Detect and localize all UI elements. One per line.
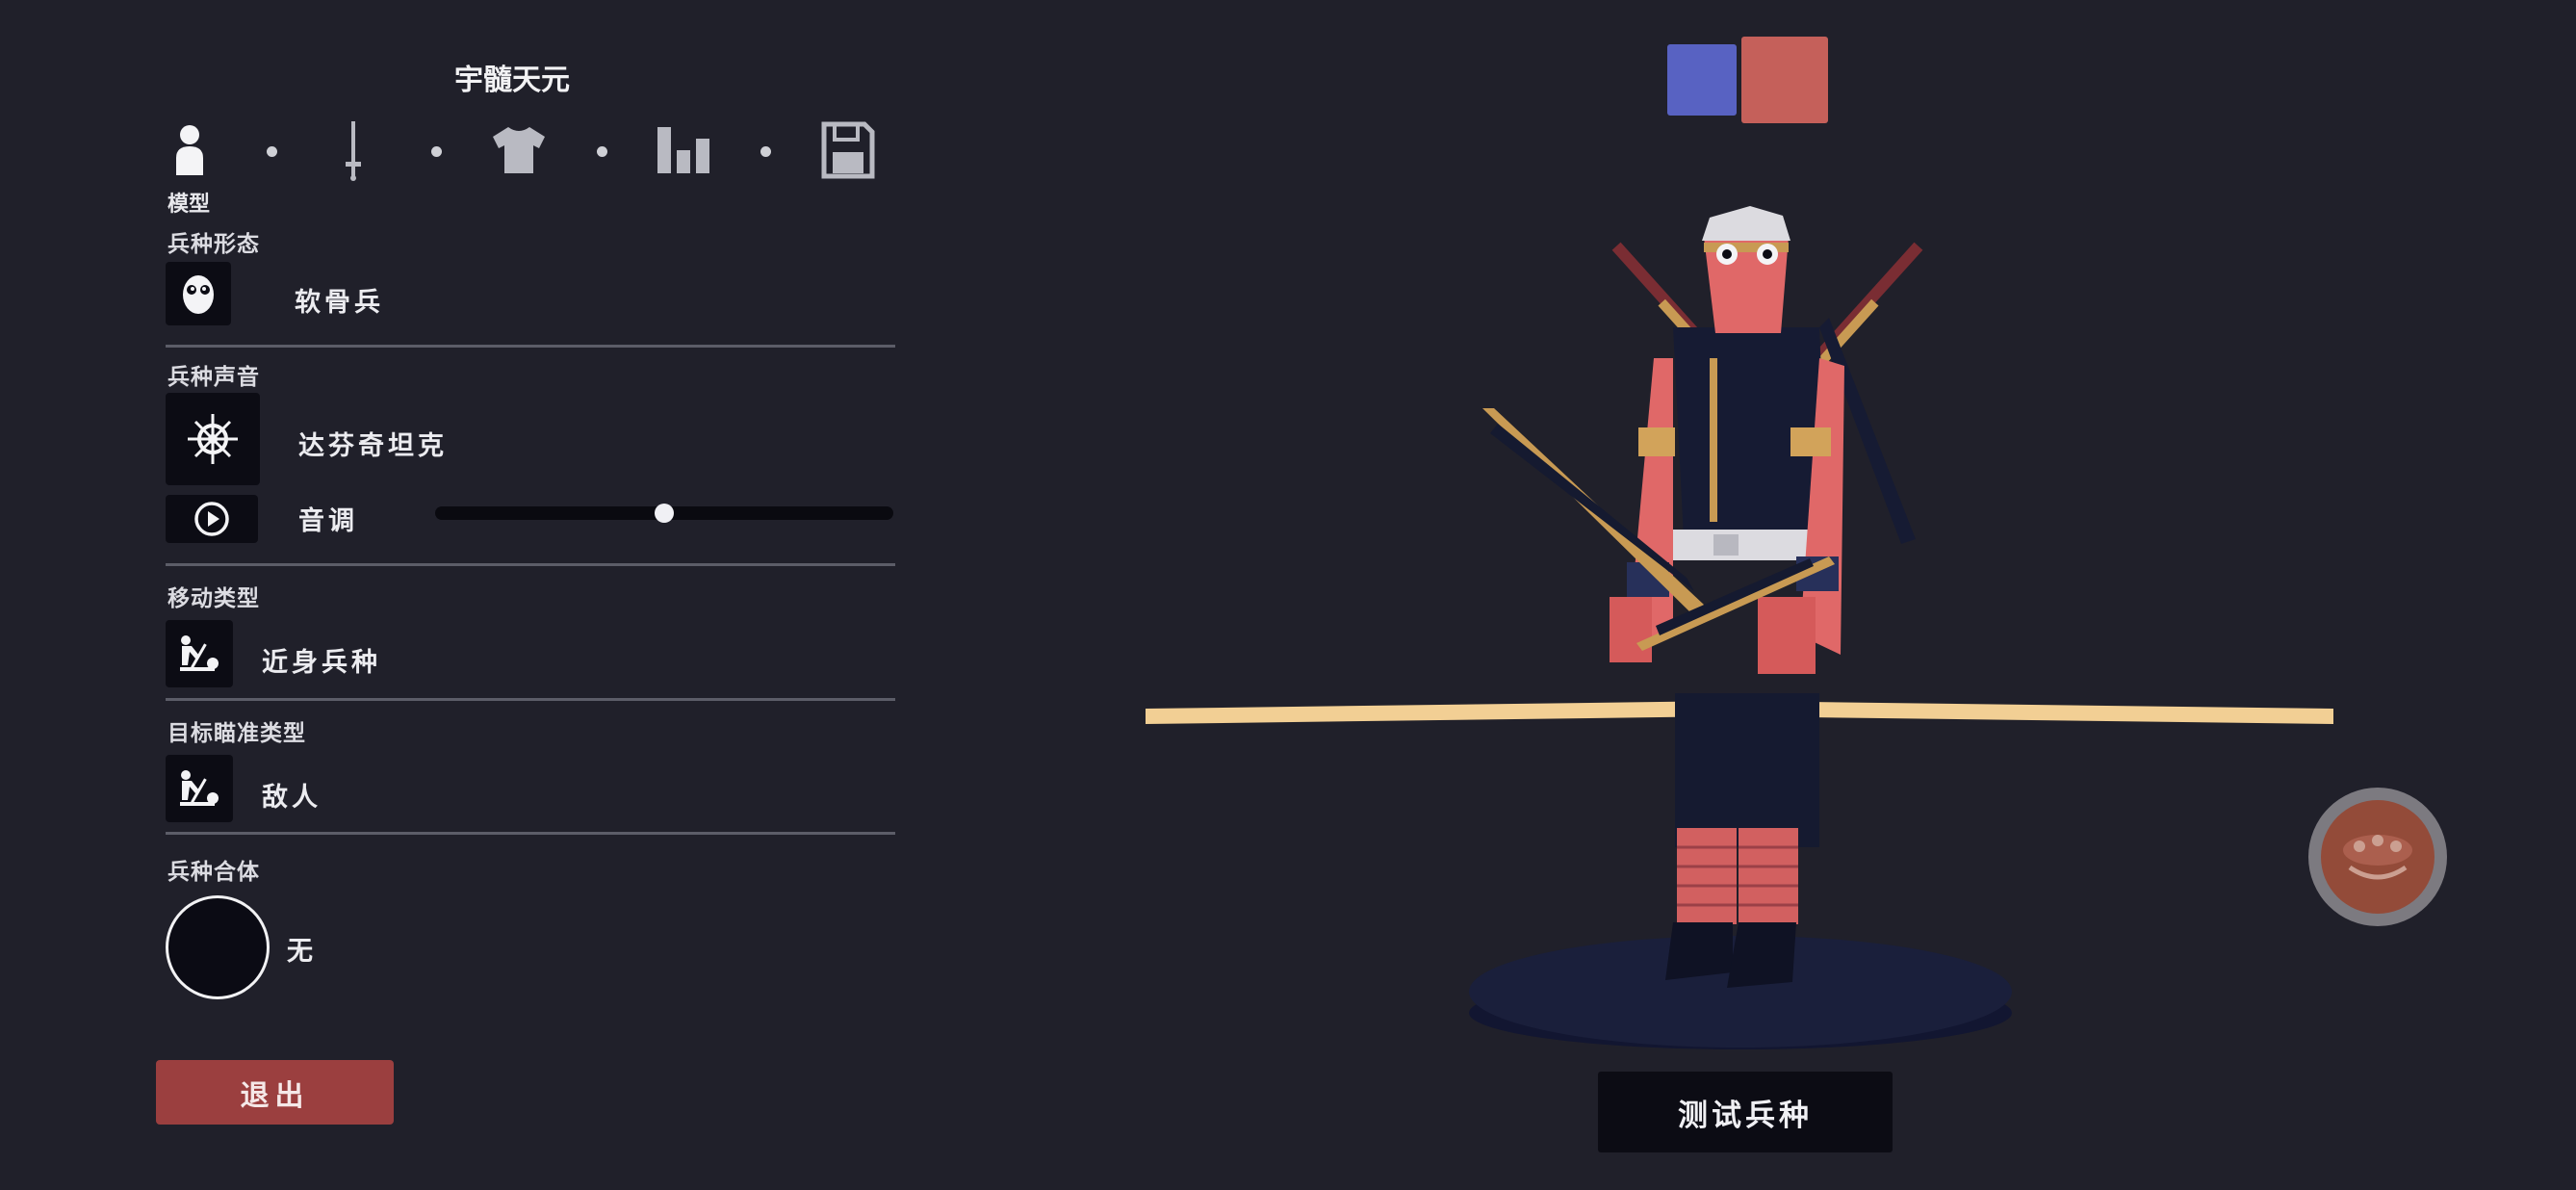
test-unit-button[interactable]: 测试兵种: [1598, 1072, 1893, 1152]
unit-preview-scene: [1146, 206, 2333, 1049]
game-screen: 宇髓天元 模型 兵种形态 软骨兵 兵种声音 达芬奇坦克 音调 移动类型 近身兵种…: [0, 0, 2576, 1190]
team-red-button[interactable]: [1741, 37, 1828, 123]
floating-assistant-button[interactable]: [2308, 788, 2447, 926]
assistant-avatar-icon: [2321, 800, 2434, 914]
team-blue-button[interactable]: [1667, 44, 1737, 116]
samurai-unit-model: [1482, 206, 1923, 988]
